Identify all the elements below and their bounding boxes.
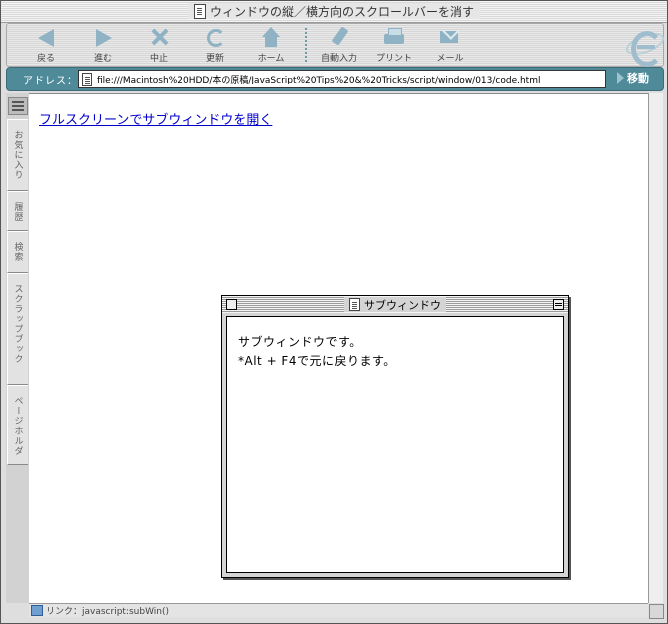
- tab-search[interactable]: 検索: [7, 231, 28, 273]
- home-button[interactable]: ホーム: [248, 27, 294, 64]
- forward-button[interactable]: 進む: [80, 27, 126, 64]
- refresh-button[interactable]: 更新: [192, 27, 238, 64]
- go-arrow-icon: [617, 72, 624, 84]
- title-bar[interactable]: ウィンドウの縦／横方向のスクロールバーを消す: [1, 1, 667, 23]
- stop-label: 中止: [149, 54, 168, 64]
- address-input[interactable]: [97, 74, 597, 84]
- status-bar: リンク：javascript:subWin(): [29, 603, 648, 617]
- title-container: ウィンドウの縦／横方向のスクロールバーを消す: [187, 3, 481, 19]
- explorer-toggle-icon[interactable]: [8, 97, 28, 115]
- sub-window-title-container: サブウィンドウ: [344, 297, 446, 312]
- sub-window-message: サブウィンドウです。: [238, 335, 362, 349]
- home-icon: [259, 27, 283, 49]
- collapse-box-icon[interactable]: [553, 299, 564, 310]
- open-fullscreen-link[interactable]: フルスクリーンでサブウィンドウを開く: [39, 109, 272, 128]
- home-label: ホーム: [257, 54, 285, 64]
- tab-page-holder[interactable]: ページホルダ: [7, 385, 28, 465]
- autofill-icon: [327, 27, 351, 49]
- autofill-button[interactable]: 自動入力: [314, 27, 364, 64]
- mail-button[interactable]: メール: [427, 27, 473, 64]
- document-icon: [349, 298, 360, 311]
- sub-window-title-bar[interactable]: サブウィンドウ: [222, 296, 568, 313]
- address-field-container: [78, 70, 606, 88]
- stop-icon: [147, 27, 171, 49]
- ie-logo-icon: [623, 28, 667, 67]
- toolbar: 戻る 進む 中止 更新 ホーム 自動入力 プリント メール: [6, 23, 667, 67]
- window-title: ウィンドウの縦／横方向のスクロールバーを消す: [209, 4, 475, 19]
- page-document-icon: [82, 72, 92, 86]
- back-arrow-icon: [34, 27, 58, 49]
- zone-icon: [31, 605, 43, 616]
- print-button[interactable]: プリント: [371, 27, 417, 64]
- back-button[interactable]: 戻る: [23, 27, 69, 64]
- autofill-label: 自動入力: [320, 54, 357, 64]
- go-label: 移動: [627, 72, 649, 85]
- print-label: プリント: [375, 54, 412, 64]
- close-box-icon[interactable]: [226, 299, 237, 310]
- refresh-label: 更新: [205, 54, 224, 64]
- forward-arrow-icon: [91, 27, 115, 49]
- sub-window: サブウィンドウ サブウィンドウです。 *Alt + F4で元に戻ります。: [221, 295, 569, 578]
- print-icon: [382, 27, 406, 49]
- tab-favorites[interactable]: お気に入り: [7, 119, 28, 191]
- tab-scrapbook[interactable]: スクラップブック: [7, 273, 28, 385]
- mail-label: メール: [436, 54, 464, 64]
- toolbar-separator: [305, 28, 307, 62]
- address-bar: アドレス： 移動: [6, 67, 664, 91]
- mail-icon: [438, 27, 462, 49]
- vertical-scrollbar[interactable]: [648, 93, 663, 603]
- stop-button[interactable]: 中止: [136, 27, 182, 64]
- address-label: アドレス：: [23, 76, 78, 87]
- back-label: 戻る: [36, 54, 55, 64]
- sub-window-content: サブウィンドウです。 *Alt + F4で元に戻ります。: [226, 316, 564, 573]
- go-button[interactable]: 移動: [617, 70, 649, 86]
- resize-grip[interactable]: [649, 604, 664, 619]
- refresh-icon: [203, 27, 227, 49]
- tab-history[interactable]: 履歴: [7, 191, 28, 231]
- document-icon: [193, 3, 206, 19]
- sub-window-title: サブウィンドウ: [364, 298, 441, 312]
- sub-window-hint: *Alt + F4で元に戻ります。: [238, 354, 396, 368]
- forward-label: 進む: [93, 54, 112, 64]
- status-text: リンク：javascript:subWin(): [46, 607, 170, 617]
- explorer-bar: お気に入り 履歴 検索 スクラップブック ページホルダ: [6, 93, 30, 603]
